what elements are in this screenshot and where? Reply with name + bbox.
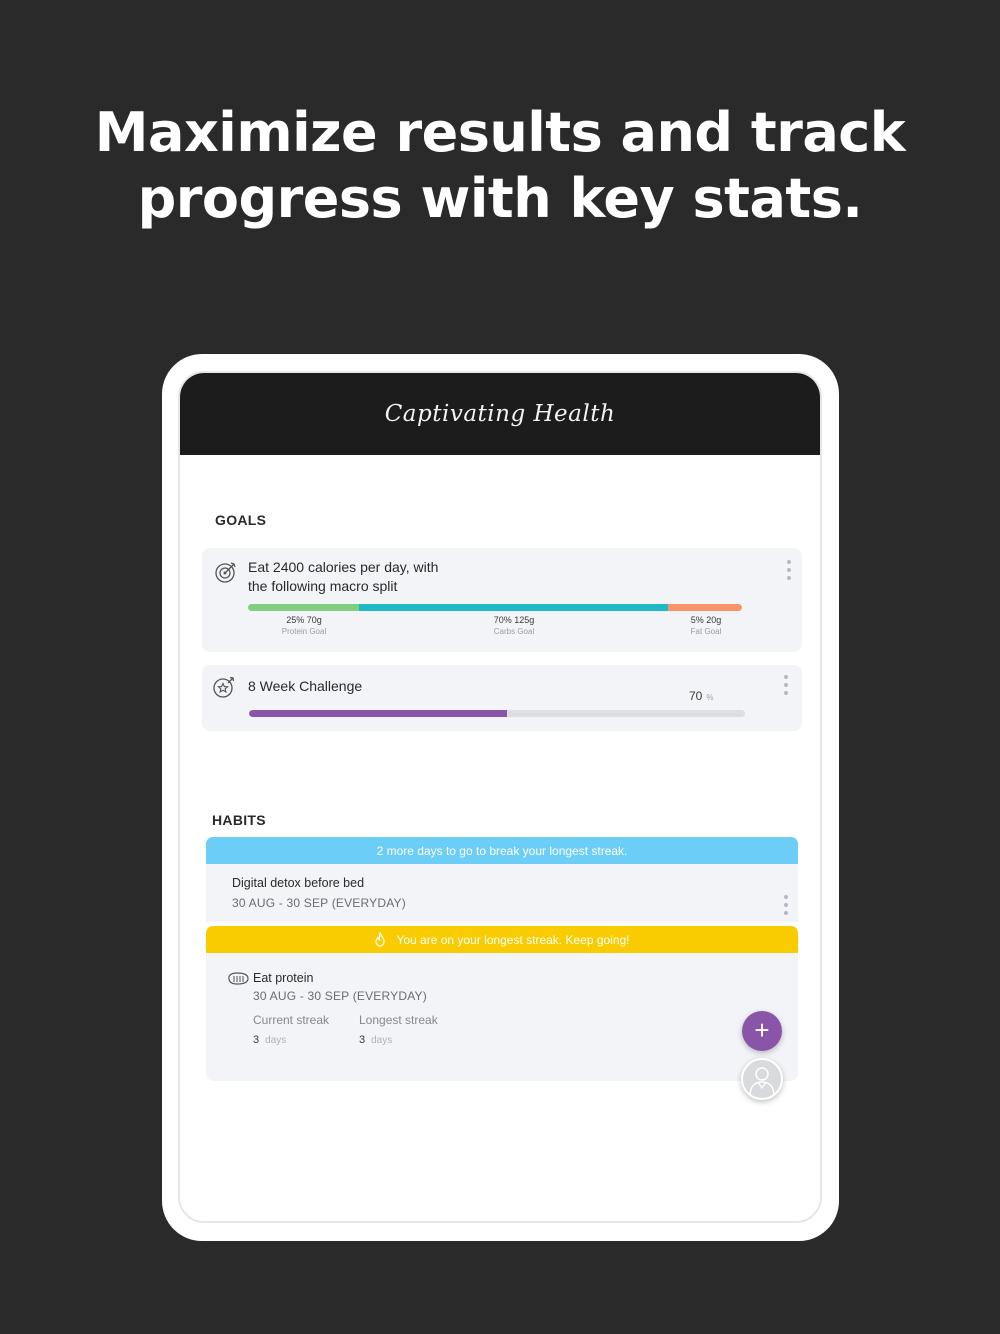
goals-section-title: GOALS bbox=[215, 512, 267, 528]
habit-1-banner-text: 2 more days to go to break your longest … bbox=[376, 843, 628, 858]
habit-card-digital-detox[interactable]: Digital detox before bed 30 AUG - 30 SEP… bbox=[206, 864, 798, 922]
flame-icon bbox=[375, 932, 386, 947]
habit-longest-streak-banner: You are on your longest streak. Keep goi… bbox=[206, 926, 798, 953]
longest-streak-label: Longest streak bbox=[359, 1013, 438, 1027]
macro-goal-more-icon[interactable] bbox=[786, 560, 792, 580]
headline-line-1: Maximize results and track bbox=[94, 101, 906, 164]
habit-1-more-icon[interactable] bbox=[783, 895, 789, 915]
carbs-caption: Carbs Goal bbox=[493, 627, 535, 636]
protein-caption: Protein Goal bbox=[281, 627, 327, 636]
macro-goal-title-line-2: the following macro split bbox=[248, 578, 398, 594]
current-streak-label: Current streak bbox=[253, 1013, 330, 1027]
target-star-icon bbox=[213, 676, 235, 698]
macro-label-carbs: 70% 125g Carbs Goal bbox=[474, 615, 554, 636]
macro-segment-protein bbox=[248, 604, 360, 611]
current-streak-unit: days bbox=[265, 1035, 287, 1046]
fat-caption: Fat Goal bbox=[690, 627, 722, 636]
challenge-progress-fill bbox=[249, 710, 507, 717]
longest-streak-unit: days bbox=[371, 1035, 393, 1046]
challenge-progress-track bbox=[249, 710, 745, 717]
add-button[interactable]: + bbox=[742, 1011, 782, 1051]
app-screen: Captivating Health GOALS Eat 2400 calori… bbox=[178, 371, 822, 1223]
steak-icon bbox=[228, 972, 249, 985]
challenge-progress-number: 70 bbox=[689, 689, 703, 703]
challenge-card[interactable]: 8 Week Challenge 70% bbox=[202, 665, 802, 731]
tablet-frame: Captivating Health GOALS Eat 2400 calori… bbox=[162, 354, 839, 1241]
app-logo: Captivating Health bbox=[384, 401, 616, 427]
headline-line-2: progress with key stats. bbox=[137, 167, 863, 230]
macro-goal-title-line-1: Eat 2400 calories per day, with bbox=[248, 559, 439, 575]
challenge-progress-unit: % bbox=[706, 693, 714, 702]
macro-goal-card[interactable]: Eat 2400 calories per day, with the foll… bbox=[202, 548, 802, 652]
macro-label-fat: 5% 20g Fat Goal bbox=[666, 615, 746, 636]
habit-1-name: Digital detox before bed bbox=[232, 876, 365, 890]
challenge-more-icon[interactable] bbox=[783, 675, 789, 695]
macro-label-protein: 25% 70g Protein Goal bbox=[264, 615, 344, 636]
macro-split-bar bbox=[248, 604, 742, 611]
marketing-headline: Maximize results and track progress with… bbox=[0, 100, 1000, 232]
coach-avatar-icon bbox=[749, 1067, 775, 1097]
protein-value: 25% 70g bbox=[286, 615, 322, 625]
habit-2-banner-text: You are on your longest streak. Keep goi… bbox=[396, 932, 630, 947]
habit-streak-banner: 2 more days to go to break your longest … bbox=[206, 837, 798, 864]
challenge-title: 8 Week Challenge bbox=[248, 678, 363, 694]
current-streak-value: 3 days bbox=[253, 1034, 286, 1046]
challenge-progress-value: 70% bbox=[689, 689, 713, 703]
macro-segment-carbs bbox=[359, 604, 668, 611]
habit-card-eat-protein[interactable]: Eat protein 30 AUG - 30 SEP (EVERYDAY) C… bbox=[206, 953, 798, 1081]
macro-segment-fat bbox=[667, 604, 742, 611]
longest-streak-value: 3 days bbox=[359, 1034, 392, 1046]
habit-2-name: Eat protein bbox=[253, 971, 314, 985]
fat-value: 5% 20g bbox=[690, 615, 722, 625]
habit-1-dates: 30 AUG - 30 SEP (EVERYDAY) bbox=[232, 896, 406, 910]
app-header: Captivating Health bbox=[180, 373, 820, 455]
habit-2-dates: 30 AUG - 30 SEP (EVERYDAY) bbox=[253, 989, 427, 1003]
coach-avatar-button[interactable] bbox=[741, 1058, 783, 1100]
carbs-value: 70% 125g bbox=[493, 615, 535, 625]
habits-section-title: HABITS bbox=[212, 812, 266, 828]
longest-streak-number: 3 bbox=[359, 1034, 366, 1046]
target-icon bbox=[215, 562, 236, 583]
current-streak-number: 3 bbox=[253, 1034, 260, 1046]
